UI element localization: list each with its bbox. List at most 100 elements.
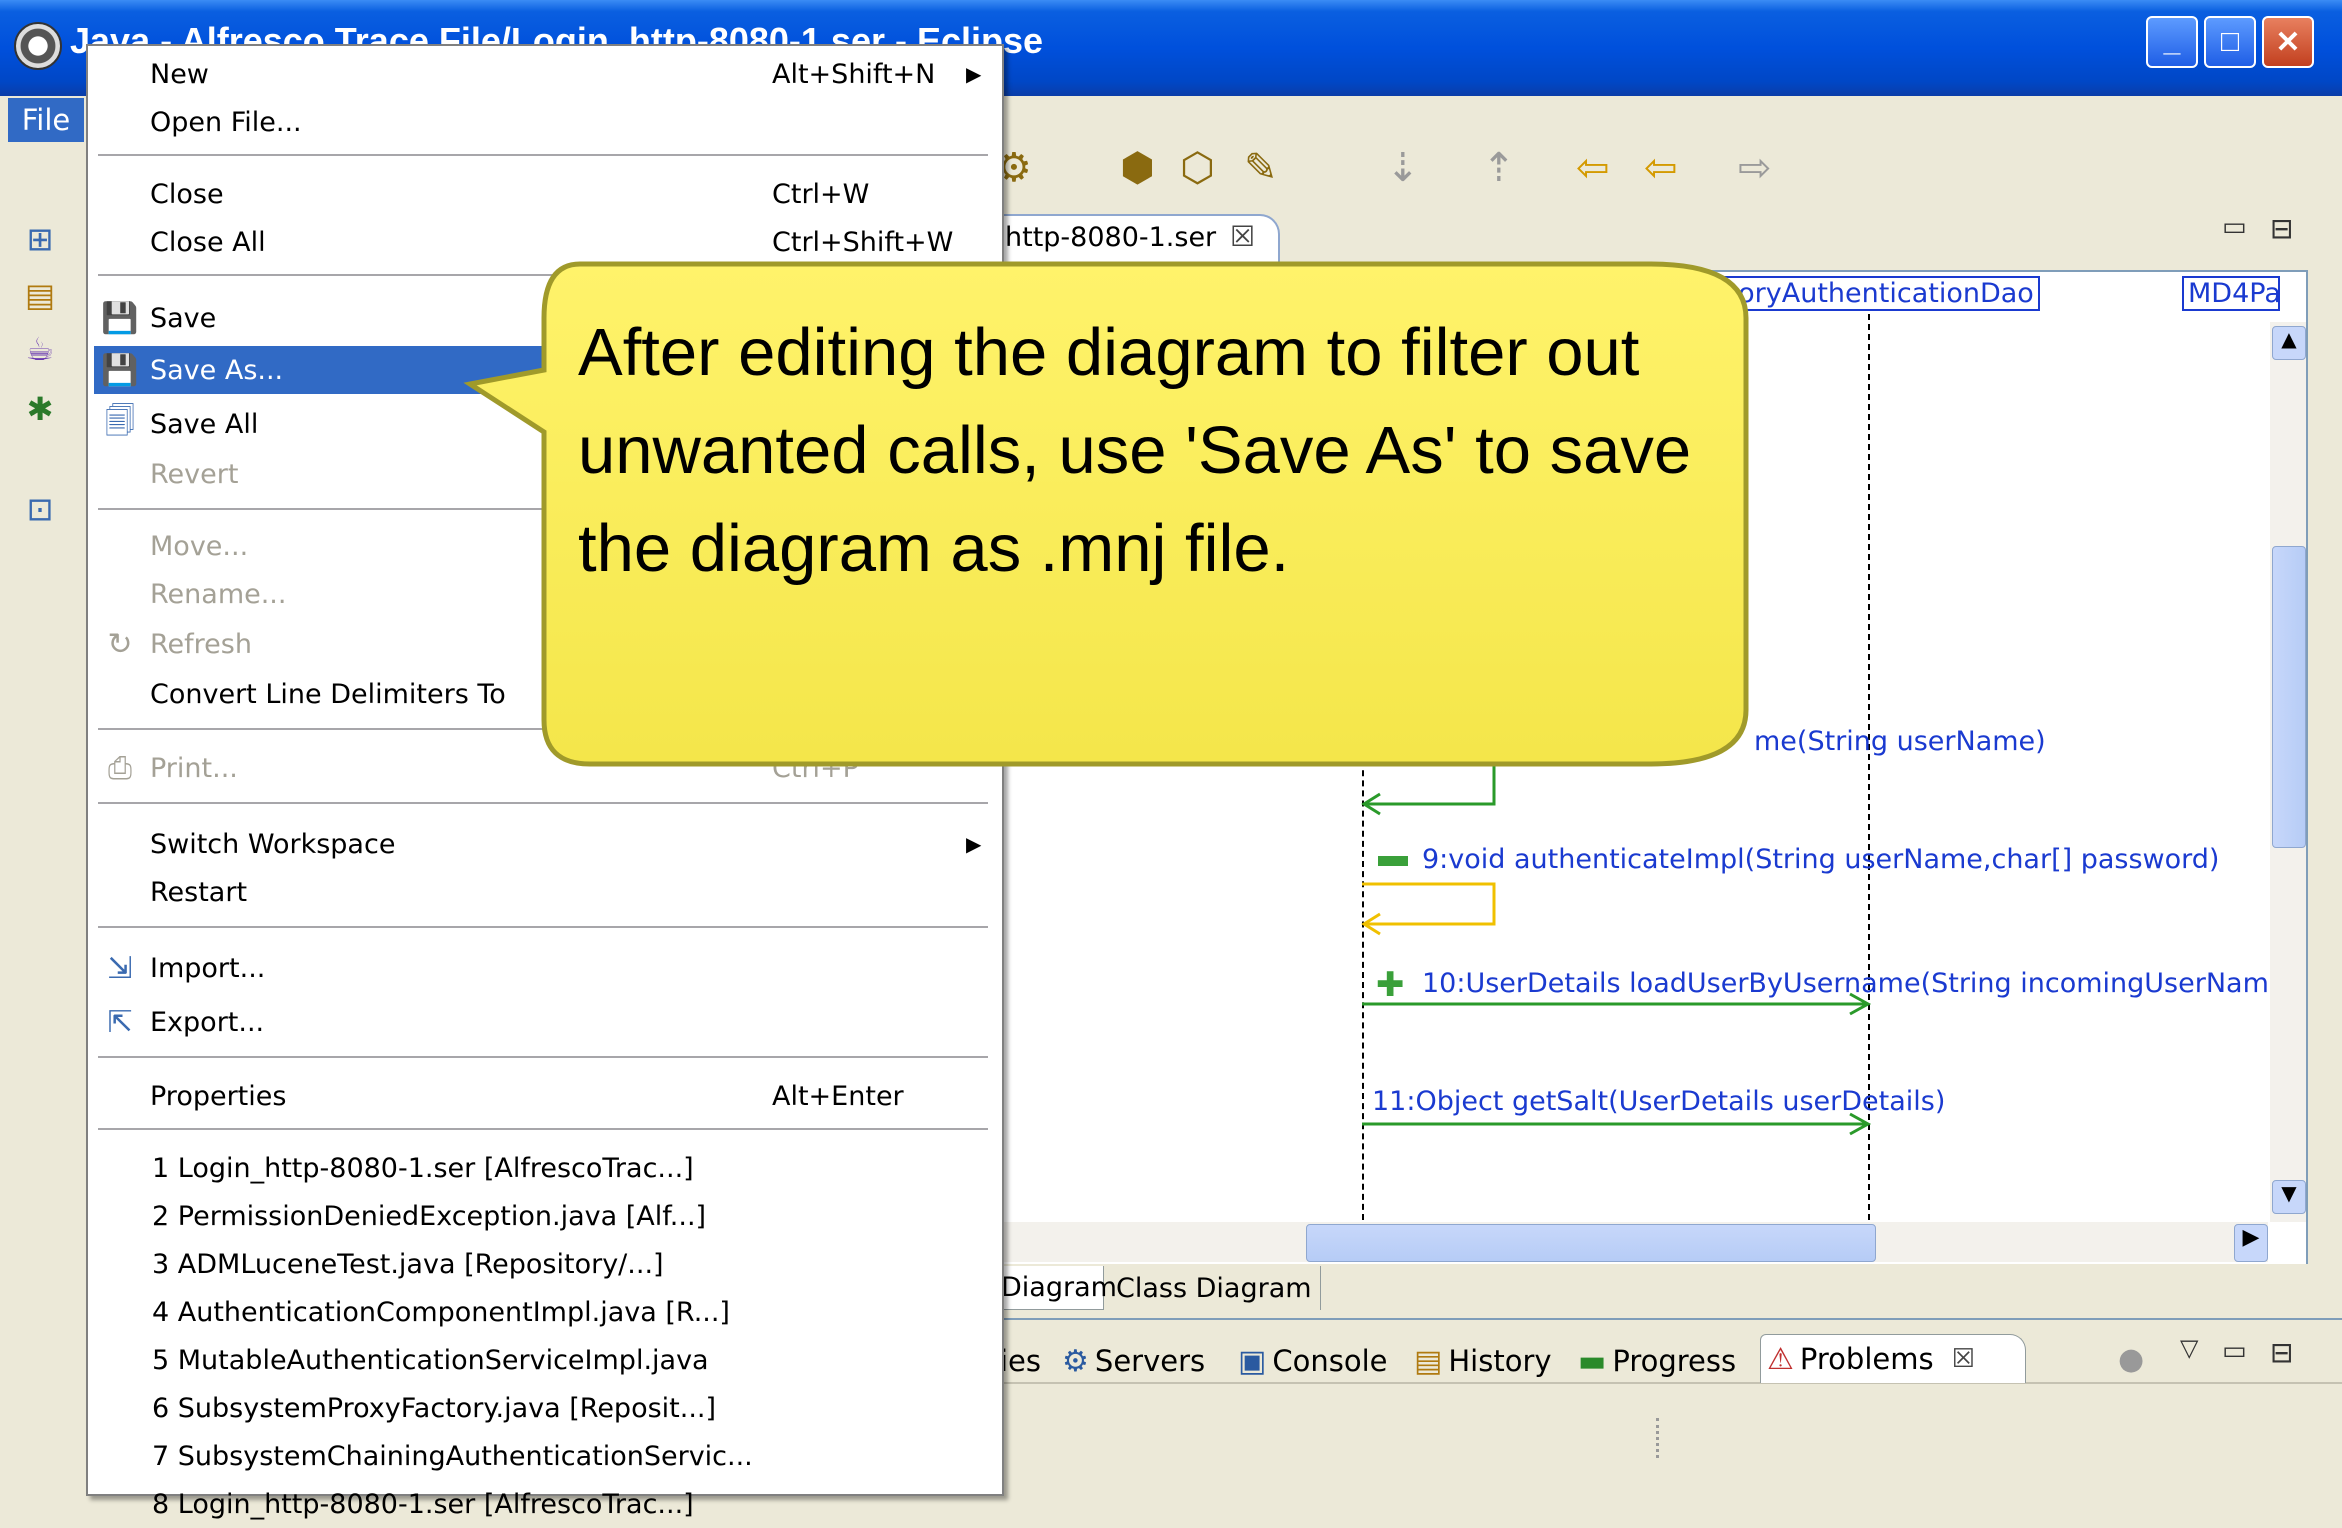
menu-item-label: 7 SubsystemChainingAuthenticationServic.…	[152, 1440, 753, 1472]
menu-file[interactable]: File	[8, 98, 84, 142]
menu-item-restart[interactable]: Restart	[88, 868, 1002, 916]
tab-label: Progress	[1612, 1344, 1737, 1378]
recent-file-item[interactable]: 3 ADMLuceneTest.java [Repository/...]	[88, 1240, 1002, 1288]
prev-annotation-icon[interactable]: ⇡	[1482, 148, 1516, 188]
status-divider	[1656, 1418, 1659, 1458]
tab-label: History	[1448, 1344, 1552, 1378]
maximize-view-icon[interactable]: ⊟	[2270, 1336, 2293, 1369]
menu-shortcut: Alt+Shift+N	[772, 58, 936, 90]
maximize-view-icon[interactable]: ⊟	[2270, 212, 2293, 245]
call-arrow	[1362, 992, 1872, 1016]
save-icon: 💾	[101, 300, 139, 336]
tab-label: Servers	[1094, 1344, 1206, 1378]
export-icon: ⇱	[107, 1004, 133, 1040]
menu-item-label: 5 MutableAuthenticationServiceImpl.java	[152, 1344, 709, 1376]
collapse-icon[interactable]	[1378, 856, 1408, 866]
annotation-icon[interactable]: ✎	[1244, 148, 1278, 188]
menu-item-label: Rename...	[150, 578, 287, 610]
minimize-view-icon[interactable]: ▭	[2222, 1336, 2247, 1366]
view-menu-icon[interactable]: ●	[2118, 1342, 2144, 1377]
tab-progress[interactable]: ▬ Progress	[1578, 1340, 1736, 1382]
menu-item-label: New	[150, 58, 209, 90]
open-perspective-icon[interactable]: ⊡	[20, 490, 60, 530]
menu-separator	[98, 802, 988, 805]
forward-icon[interactable]: ⇨	[1738, 148, 1772, 188]
history-icon: ▤	[1414, 1343, 1443, 1379]
recent-file-item[interactable]: 5 MutableAuthenticationServiceImpl.java	[88, 1336, 1002, 1384]
call-arrow	[1362, 1112, 1872, 1136]
menu-item-label: 3 ADMLuceneTest.java [Repository/...]	[152, 1248, 664, 1280]
horizontal-scroll-thumb[interactable]	[1306, 1224, 1876, 1262]
sequence-message[interactable]: me(String userName)	[1754, 726, 2046, 757]
menu-item-label: Restart	[150, 876, 248, 908]
print-icon: ⎙	[108, 750, 132, 786]
tab-label: Problems	[1799, 1342, 1934, 1376]
tab-close-icon[interactable]: ☒	[1230, 220, 1255, 253]
java-perspective-icon[interactable]: ☕	[20, 330, 60, 370]
open-task-icon[interactable]: ⬡	[1180, 148, 1215, 188]
menu-item-import[interactable]: ⇲ Import...	[88, 944, 1002, 992]
recent-file-item[interactable]: 7 SubsystemChainingAuthenticationServic.…	[88, 1432, 1002, 1480]
tab-history[interactable]: ▤ History	[1414, 1340, 1552, 1382]
menu-separator	[98, 926, 988, 929]
menu-item-label: 6 SubsystemProxyFactory.java [Reposit...…	[152, 1392, 717, 1424]
menu-item-switch-workspace[interactable]: Switch Workspace ▶	[88, 820, 1002, 868]
menu-item-label: Properties	[150, 1080, 287, 1112]
close-button[interactable]: ✕	[2262, 16, 2314, 68]
open-type-icon[interactable]: ⬢	[1120, 148, 1155, 188]
scroll-down-icon[interactable]: ▼	[2272, 1180, 2306, 1214]
server-icon[interactable]: ▤	[20, 276, 60, 316]
scroll-up-icon[interactable]: ▲	[2272, 326, 2306, 360]
menu-item-label: Print...	[150, 752, 238, 784]
menu-item-label: Convert Line Delimiters To	[150, 678, 506, 710]
callout-text: After editing the diagram to filter out …	[578, 315, 1692, 586]
submenu-arrow-icon: ▶	[966, 832, 982, 856]
tab-sequence-diagram[interactable]: Diagram	[992, 1266, 1117, 1310]
tab-label: ies	[1000, 1344, 1042, 1378]
save-as-icon: 💾	[101, 352, 139, 388]
tab-servers[interactable]: ⚙ Servers	[1062, 1340, 1205, 1382]
minimize-button[interactable]: _	[2146, 16, 2198, 68]
maximize-button[interactable]: □	[2204, 16, 2256, 68]
submenu-arrow-icon: ▶	[966, 62, 982, 86]
menu-shortcut: Ctrl+W	[772, 178, 870, 210]
recent-file-item[interactable]: 2 PermissionDeniedException.java [Alf...…	[88, 1192, 1002, 1240]
next-annotation-icon[interactable]: ⇣	[1386, 148, 1420, 188]
minimize-view-icon[interactable]: ▭	[2222, 212, 2247, 242]
menu-item-label: Close	[150, 178, 224, 210]
tab-class-diagram[interactable]: Class Diagram	[1108, 1266, 1321, 1310]
tab-problems[interactable]: ⚠ Problems ☒	[1760, 1334, 2026, 1383]
recent-file-item[interactable]: 1 Login_http-8080-1.ser [AlfrescoTrac...…	[88, 1144, 1002, 1192]
tab-close-icon[interactable]: ☒	[1952, 1344, 1975, 1374]
menu-item-label: 8 Login_http-8080-1.ser [AlfrescoTrac...…	[152, 1488, 694, 1520]
scroll-right-icon[interactable]: ▶	[2234, 1224, 2268, 1262]
recent-file-item[interactable]: 6 SubsystemProxyFactory.java [Reposit...…	[88, 1384, 1002, 1432]
menu-item-label: 1 Login_http-8080-1.ser [AlfrescoTrac...…	[152, 1152, 694, 1184]
menu-item-properties[interactable]: Properties Alt+Enter	[88, 1072, 1002, 1120]
menu-item-close[interactable]: Close Ctrl+W	[88, 170, 1002, 218]
recent-file-item[interactable]: 4 AuthenticationComponentImpl.java [R...…	[88, 1288, 1002, 1336]
debug-perspective-icon[interactable]: ✱	[20, 390, 60, 430]
menu-item-label: Save All	[150, 408, 259, 440]
menu-item-new[interactable]: New Alt+Shift+N ▶	[88, 50, 1002, 98]
lifeline-line	[1868, 314, 1870, 1220]
last-edit-icon[interactable]: ⇦	[1576, 148, 1610, 188]
menu-shortcut: Alt+Enter	[772, 1080, 904, 1112]
vertical-scroll-thumb[interactable]	[2272, 546, 2306, 848]
sequence-message[interactable]: 9:void authenticateImpl(String userName,…	[1422, 844, 2219, 875]
servers-icon: ⚙	[1062, 1343, 1089, 1379]
back-icon[interactable]: ⇦	[1644, 148, 1678, 188]
tab-properties[interactable]: ies	[1000, 1340, 1041, 1382]
menu-separator	[98, 1128, 988, 1131]
lifeline-header[interactable]: MD4Passw	[2182, 276, 2280, 311]
menu-item-open-file[interactable]: Open File...	[88, 98, 1002, 146]
chevron-down-icon[interactable]: ▽	[2180, 1334, 2198, 1362]
menu-item-label: Save As...	[150, 354, 284, 386]
eclipse-icon	[14, 22, 62, 70]
menu-item-label: Move...	[150, 530, 249, 562]
menu-item-export[interactable]: ⇱ Export...	[88, 998, 1002, 1046]
recent-file-item[interactable]: 8 Login_http-8080-1.ser [AlfrescoTrac...…	[88, 1480, 1002, 1528]
tab-console[interactable]: ▣ Console	[1238, 1340, 1387, 1382]
hierarchy-icon[interactable]: ⊞	[20, 220, 60, 260]
editor-tab-label: http-8080-1.ser	[1005, 222, 1217, 253]
